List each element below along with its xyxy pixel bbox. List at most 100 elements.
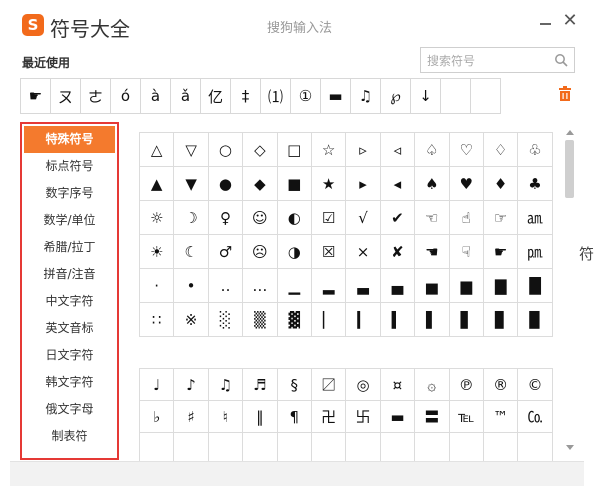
symbol-cell[interactable]: █ <box>518 269 553 303</box>
symbol-cell[interactable]: ® <box>483 369 519 401</box>
symbol-cell[interactable]: ▅ <box>415 269 450 303</box>
symbol-cell[interactable]: ◑ <box>277 235 312 269</box>
scrollbar[interactable] <box>563 130 577 452</box>
category-item[interactable]: 拼音/注音 <box>24 261 115 288</box>
symbol-cell[interactable]: ♣ <box>518 167 553 201</box>
symbol-cell[interactable]: • <box>174 269 209 303</box>
symbol-cell[interactable]: ▲ <box>140 167 175 201</box>
symbol-cell[interactable]: ▽ <box>174 133 209 167</box>
category-item[interactable]: 制表符 <box>24 423 115 450</box>
symbol-cell[interactable]: ▃ <box>346 269 381 303</box>
symbol-cell[interactable]: ▼ <box>174 167 209 201</box>
symbol-cell[interactable]: … <box>243 269 278 303</box>
symbol-cell[interactable]: ◂ <box>380 167 416 201</box>
symbol-cell[interactable]: ◇ <box>243 133 278 167</box>
category-item[interactable]: 俄文字母 <box>24 396 115 423</box>
symbol-cell[interactable]: ▌ <box>415 303 450 337</box>
category-item[interactable]: 韩文字符 <box>24 369 115 396</box>
category-item[interactable]: 中文字符 <box>24 288 115 315</box>
symbol-cell[interactable]: ▹ <box>346 133 381 167</box>
scroll-thumb[interactable] <box>565 140 574 198</box>
symbol-cell[interactable]: × <box>346 235 381 269</box>
symbol-cell[interactable]: ▸ <box>346 167 381 201</box>
symbol-cell[interactable]: ▇ <box>483 269 519 303</box>
symbol-cell[interactable]: ◆ <box>243 167 278 201</box>
symbol-cell[interactable]: ☀ <box>140 235 175 269</box>
symbol-cell[interactable]: ♭ <box>140 401 175 433</box>
category-item[interactable]: 数字序号 <box>24 180 115 207</box>
symbol-cell[interactable]: 卍 <box>311 401 347 433</box>
symbol-cell[interactable]: ♪ <box>174 369 209 401</box>
recent-symbol-cell[interactable]: ㄜ <box>80 78 111 114</box>
symbol-cell[interactable]: ♯ <box>174 401 209 433</box>
recent-symbol-cell[interactable]: ↓ <box>410 78 441 114</box>
symbol-cell[interactable]: ¶ <box>277 401 312 433</box>
symbol-cell[interactable]: ▋ <box>449 303 484 337</box>
recent-symbol-cell[interactable]: ㄡ <box>50 78 81 114</box>
symbol-cell[interactable]: ♮ <box>208 401 244 433</box>
symbol-cell[interactable]: ▂ <box>311 269 347 303</box>
symbol-cell[interactable]: ♂ <box>208 235 244 269</box>
search-box[interactable] <box>420 47 575 73</box>
symbol-cell[interactable]: ☜ <box>415 201 450 235</box>
symbol-cell[interactable]: ㏂ <box>518 201 553 235</box>
symbol-cell[interactable]: ¤ <box>380 369 416 401</box>
category-item[interactable]: 英文音标 <box>24 315 115 342</box>
symbol-cell[interactable]: ☞ <box>483 201 519 235</box>
category-item[interactable]: 希腊/拉丁 <box>24 234 115 261</box>
symbol-cell[interactable]: ▍ <box>380 303 416 337</box>
recent-symbol-cell[interactable]: ♫ <box>350 78 381 114</box>
symbol-cell[interactable]: ▏ <box>311 303 347 337</box>
recent-symbol-cell[interactable]: ó <box>110 78 141 114</box>
symbol-cell[interactable]: □ <box>277 133 312 167</box>
minimize-button[interactable] <box>538 14 554 30</box>
symbol-cell[interactable]: ☟ <box>449 235 484 269</box>
recent-symbol-cell[interactable]: ǎ <box>170 78 201 114</box>
recent-symbol-cell[interactable]: ① <box>290 78 321 114</box>
symbol-cell[interactable]: · <box>140 269 175 303</box>
symbol-cell[interactable]: ○ <box>208 133 244 167</box>
symbol-cell[interactable]: ▁ <box>277 269 312 303</box>
symbol-cell[interactable]: § <box>277 369 312 401</box>
symbol-cell[interactable]: ㏇ <box>518 401 553 433</box>
symbol-cell[interactable]: ☽ <box>174 201 209 235</box>
symbol-cell[interactable]: ◃ <box>380 133 416 167</box>
symbol-cell[interactable]: √ <box>346 201 381 235</box>
symbol-cell[interactable]: ☾ <box>174 235 209 269</box>
symbol-cell[interactable]: ☛ <box>483 235 519 269</box>
symbol-cell[interactable]: ✔ <box>380 201 416 235</box>
symbol-cell[interactable]: ☆ <box>311 133 347 167</box>
symbol-cell[interactable]: ☝ <box>449 201 484 235</box>
recent-symbol-cell[interactable]: ☛ <box>20 78 51 114</box>
symbol-cell[interactable]: ♬ <box>243 369 278 401</box>
category-item[interactable]: 特殊符号 <box>24 126 115 153</box>
scroll-down-arrow-icon[interactable] <box>566 445 574 450</box>
symbol-cell[interactable]: ♥ <box>449 167 484 201</box>
symbol-cell[interactable]: 卐 <box>346 401 381 433</box>
symbol-cell[interactable]: ▉ <box>518 303 553 337</box>
recent-symbol-cell[interactable]: ▬ <box>320 78 351 114</box>
symbol-cell[interactable]: ♦ <box>483 167 519 201</box>
symbol-cell[interactable]: ☼ <box>140 201 175 235</box>
symbol-cell[interactable]: ▒ <box>243 303 278 337</box>
symbol-cell[interactable]: ░ <box>208 303 244 337</box>
symbol-cell[interactable]: ▆ <box>449 269 484 303</box>
symbol-cell[interactable]: ™ <box>483 401 519 433</box>
symbol-cell[interactable]: 〓 <box>415 401 450 433</box>
symbol-cell[interactable]: ▄ <box>380 269 416 303</box>
symbol-cell[interactable]: ۞ <box>415 369 450 401</box>
search-icon[interactable] <box>554 53 568 67</box>
symbol-cell[interactable]: ♠ <box>415 167 450 201</box>
symbol-cell[interactable]: ▓ <box>277 303 312 337</box>
recent-symbol-cell[interactable]: à <box>140 78 171 114</box>
symbol-cell[interactable]: ‖ <box>243 401 278 433</box>
symbol-cell[interactable]: ♩ <box>140 369 175 401</box>
symbol-cell[interactable]: ▬ <box>380 401 416 433</box>
recent-symbol-cell[interactable]: ‡ <box>230 78 261 114</box>
symbol-cell[interactable]: ◐ <box>277 201 312 235</box>
symbol-cell[interactable]: ● <box>208 167 244 201</box>
symbol-cell[interactable]: ♤ <box>415 133 450 167</box>
symbol-cell[interactable]: ☒ <box>311 235 347 269</box>
symbol-cell[interactable]: ♡ <box>449 133 484 167</box>
recent-symbol-cell[interactable]: ⑴ <box>260 78 291 114</box>
